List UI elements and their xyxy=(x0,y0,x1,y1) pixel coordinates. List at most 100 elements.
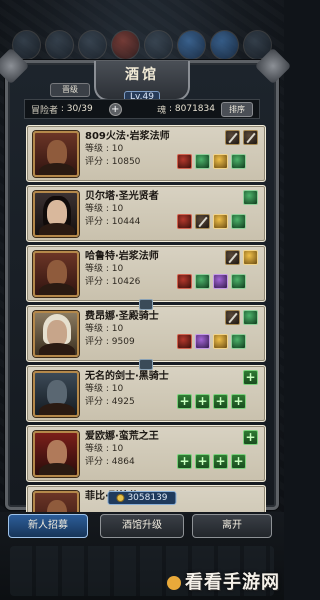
hero-card[interactable]: 费昂娜·圣殿骑士 等级 : 10 评分 : 9509 xyxy=(26,299,266,362)
hero-score-value: 4864 xyxy=(111,457,135,467)
hero-level-value: 10 xyxy=(111,264,124,274)
purple-gem-slot[interactable] xyxy=(195,334,210,349)
hero-level: 等级 : 10 xyxy=(85,263,159,276)
portrait-body xyxy=(39,283,75,295)
hero-info: 费昂娜·圣殿骑士 等级 : 10 评分 : 9509 xyxy=(85,310,159,349)
team-button[interactable]: 晋级 xyxy=(50,83,90,97)
hero-score-value: 10426 xyxy=(111,277,141,287)
weapon-slot[interactable] xyxy=(225,130,240,145)
portrait-body xyxy=(39,343,75,355)
hero-name: 费昂娜·圣殿骑士 xyxy=(85,311,159,322)
colon: : xyxy=(166,104,175,114)
hero-score-label: 评分 : xyxy=(85,277,112,287)
equipment-slots xyxy=(177,310,259,358)
hero-name: 爱欧娜·蛮荒之王 xyxy=(85,431,159,442)
add-equipment-button[interactable]: + xyxy=(177,394,192,409)
hero-info: 爱欧娜·蛮荒之王 等级 : 10 评分 : 4864 xyxy=(85,430,159,469)
add-equipment-button[interactable]: + xyxy=(195,454,210,469)
green-gem-slot[interactable] xyxy=(195,154,210,169)
skill-slot[interactable] xyxy=(78,30,107,60)
equipment-slots: + + + + + xyxy=(177,370,259,418)
green-gem-slot[interactable] xyxy=(195,274,210,289)
hero-level-label: 等级 : xyxy=(85,324,112,334)
hero-info: 贝尔塔·圣光贤者 等级 : 10 评分 : 10444 xyxy=(85,190,159,229)
colon: : xyxy=(58,104,67,114)
hero-list: 809火法·岩浆法师 等级 : 10 评分 : 10850 贝尔塔·圣光贤者 等级 : … xyxy=(26,125,266,521)
gold-gem-slot[interactable] xyxy=(243,250,258,265)
hero-portrait[interactable] xyxy=(33,251,79,297)
add-equipment-button[interactable]: + xyxy=(195,394,210,409)
hero-card[interactable]: 贝尔塔·圣光贤者 等级 : 10 评分 : 10444 xyxy=(26,185,266,242)
weapon-slot[interactable] xyxy=(195,214,210,229)
hero-level-value: 10 xyxy=(111,204,124,214)
weapon-slot[interactable] xyxy=(243,130,258,145)
hero-level: 等级 : 10 xyxy=(85,203,159,216)
sort-button[interactable]: 排序 xyxy=(221,101,253,117)
red-gem-slot[interactable] xyxy=(177,154,192,169)
add-equipment-button[interactable]: + xyxy=(177,454,192,469)
panel-title: 酒馆 xyxy=(125,67,159,83)
hero-portrait[interactable] xyxy=(33,191,79,237)
green-gem-slot[interactable] xyxy=(231,334,246,349)
recruit-button[interactable]: 新人招募 xyxy=(8,514,88,538)
green-gem-slot[interactable] xyxy=(243,190,258,205)
soul-label: 魂 xyxy=(157,105,167,116)
gold-gem-slot[interactable] xyxy=(213,154,228,169)
leave-button[interactable]: 离开 xyxy=(192,514,272,538)
coin-icon xyxy=(116,494,125,502)
green-gem-slot[interactable] xyxy=(231,154,246,169)
add-equipment-button[interactable]: + xyxy=(231,454,246,469)
hero-score-value: 10850 xyxy=(111,157,141,167)
gold-value: 3058139 xyxy=(127,493,168,503)
add-equipment-button[interactable]: + xyxy=(243,430,258,445)
hero-name: 哈鲁特·岩浆法师 xyxy=(85,251,159,262)
hero-level-value: 10 xyxy=(111,384,124,394)
hero-portrait[interactable] xyxy=(33,131,79,177)
skill-slot[interactable] xyxy=(210,30,239,60)
green-gem-slot[interactable] xyxy=(243,310,258,325)
hero-level-label: 等级 : xyxy=(85,144,112,154)
hero-portrait[interactable] xyxy=(33,311,79,357)
hero-portrait[interactable] xyxy=(33,431,79,477)
soul-value: 8071834 xyxy=(174,104,215,114)
gold-gem-slot[interactable] xyxy=(213,334,228,349)
upgrade-tavern-button[interactable]: 酒馆升级 xyxy=(100,514,184,538)
hero-score-value: 10444 xyxy=(111,217,141,227)
hero-level-value: 10 xyxy=(111,444,124,454)
add-equipment-button[interactable]: + xyxy=(243,370,258,385)
red-gem-slot[interactable] xyxy=(177,334,192,349)
hero-info: 809火法·岩浆法师 等级 : 10 评分 : 10850 xyxy=(85,130,170,169)
skill-slot[interactable] xyxy=(45,30,74,60)
add-equipment-button[interactable]: + xyxy=(213,394,228,409)
hero-card[interactable]: 爱欧娜·蛮荒之王 等级 : 10 评分 : 4864 + + + + + xyxy=(26,425,266,482)
hero-info: 无名的剑士·黑骑士 等级 : 10 评分 : 4925 xyxy=(85,370,169,409)
weapon-slot[interactable] xyxy=(225,250,240,265)
skill-slot[interactable] xyxy=(177,30,206,60)
hero-card[interactable]: 哈鲁特·岩浆法师 等级 : 10 评分 : 10426 xyxy=(26,245,266,302)
red-gem-slot[interactable] xyxy=(177,214,192,229)
watermark: 看看手游网 xyxy=(167,568,280,594)
purple-gem-slot[interactable] xyxy=(213,274,228,289)
gold-gem-slot[interactable] xyxy=(213,214,228,229)
hero-score: 评分 : 10444 xyxy=(85,216,159,229)
add-equipment-button[interactable]: + xyxy=(213,454,228,469)
card-divider-tab xyxy=(139,299,153,310)
red-gem-slot[interactable] xyxy=(177,274,192,289)
hero-card[interactable]: 无名的剑士·黑骑士 等级 : 10 评分 : 4925 + + + + + xyxy=(26,359,266,422)
equipment-slots xyxy=(177,190,259,238)
hero-score-label: 评分 : xyxy=(85,457,112,467)
hero-card[interactable]: 809火法·岩浆法师 等级 : 10 评分 : 10850 xyxy=(26,125,266,182)
equipment-slots: + + + + + xyxy=(177,430,259,478)
green-gem-slot[interactable] xyxy=(231,214,246,229)
skill-slot[interactable] xyxy=(144,30,173,60)
add-equipment-button[interactable]: + xyxy=(231,394,246,409)
green-gem-slot[interactable] xyxy=(231,274,246,289)
skill-slot[interactable] xyxy=(111,30,140,60)
add-slot-button[interactable]: + xyxy=(108,102,122,116)
skill-bar xyxy=(12,30,272,64)
hero-score: 评分 : 9509 xyxy=(85,336,159,349)
stats-row: 冒险者 : 30/39 + 魂 : 8071834 排序 xyxy=(24,99,260,119)
hero-score: 评分 : 4925 xyxy=(85,396,169,409)
hero-portrait[interactable] xyxy=(33,371,79,417)
weapon-slot[interactable] xyxy=(225,310,240,325)
